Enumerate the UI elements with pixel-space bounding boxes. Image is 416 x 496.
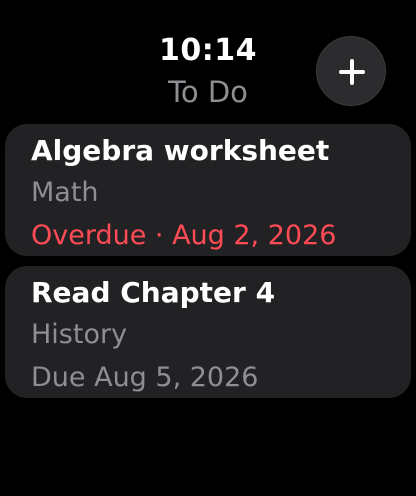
task-list: Algebra worksheet Math Overdue · Aug 2, …: [5, 124, 411, 408]
task-card[interactable]: Algebra worksheet Math Overdue · Aug 2, …: [5, 124, 411, 256]
task-card[interactable]: Read Chapter 4 History Due Aug 5, 2026: [5, 266, 411, 398]
task-due-date: Overdue · Aug 2, 2026: [31, 220, 337, 251]
task-title: Read Chapter 4: [31, 276, 276, 309]
task-title: Algebra worksheet: [31, 134, 330, 167]
add-task-button[interactable]: [316, 36, 386, 106]
header: 10:14 To Do: [0, 0, 416, 124]
watch-screen: 10:14 To Do Algebra worksheet Math Overd…: [0, 0, 416, 496]
task-subject: History: [31, 319, 128, 350]
task-subject: Math: [31, 177, 99, 208]
task-due-date: Due Aug 5, 2026: [31, 362, 259, 393]
